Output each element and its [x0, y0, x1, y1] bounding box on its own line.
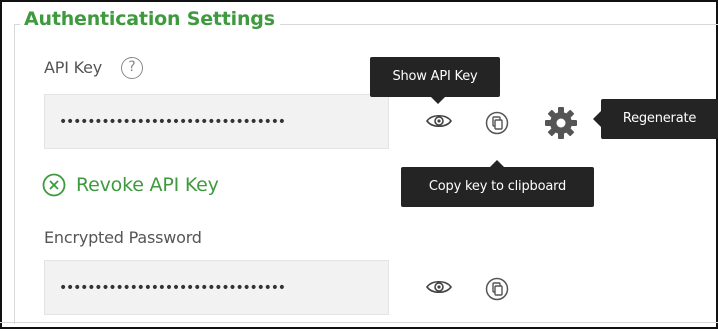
help-icon[interactable]: ? [121, 57, 143, 79]
copy-icon[interactable] [485, 277, 509, 301]
section-divider [0, 322, 718, 323]
encrypted-password-label: Encrypted Password [44, 228, 202, 247]
revoke-api-key-link[interactable]: Revoke API Key [42, 170, 219, 200]
encrypted-password-field[interactable]: •••••••••••••••••••••••••••••••• [44, 260, 389, 315]
copy-icon[interactable] [485, 111, 509, 135]
eye-icon[interactable] [425, 112, 453, 130]
section-title: Authentication Settings [20, 8, 280, 30]
eye-icon[interactable] [425, 278, 453, 296]
tooltip-arrow [593, 111, 601, 127]
gear-icon[interactable] [543, 105, 579, 141]
regenerate-tooltip: Regenerate [601, 99, 718, 139]
api-key-field[interactable]: •••••••••••••••••••••••••••••••• [44, 94, 389, 149]
circle-x-icon [42, 173, 66, 197]
fieldset-border-left [14, 24, 15, 324]
tooltip-arrow [490, 160, 504, 167]
revoke-label: Revoke API Key [76, 174, 219, 196]
api-key-label: API Key [44, 58, 103, 77]
show-api-key-tooltip: Show API Key [370, 57, 500, 97]
tooltip-arrow [431, 97, 445, 104]
copy-key-tooltip: Copy key to clipboard [401, 167, 594, 207]
